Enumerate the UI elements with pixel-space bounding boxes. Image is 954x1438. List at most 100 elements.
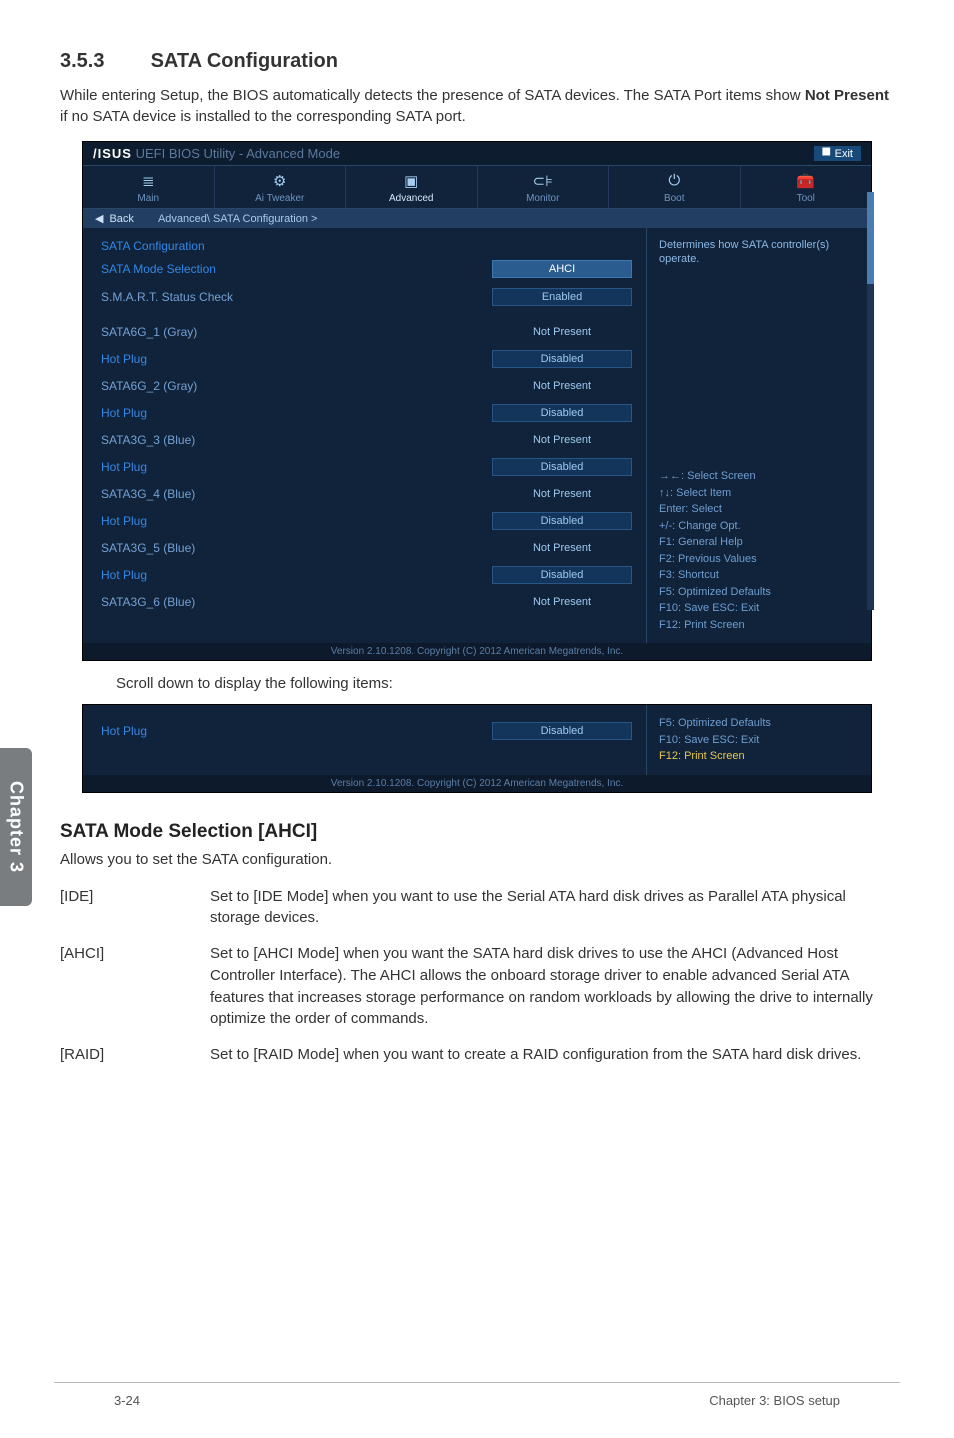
option-row[interactable]: S.M.A.R.T. Status CheckEnabled xyxy=(101,283,632,311)
tab-label: Main xyxy=(137,193,159,204)
tab-icon: ⚙ xyxy=(215,172,346,190)
nav-key: F10: Save ESC: Exit xyxy=(659,600,859,617)
group-title: SATA Configuration xyxy=(101,234,632,255)
back-arrow-icon: ◀ xyxy=(95,212,103,225)
option-row[interactable]: SATA Mode SelectionAHCI xyxy=(101,255,632,283)
section-heading: 3.5.3 SATA Configuration xyxy=(60,50,894,73)
option-row[interactable]: Hot PlugDisabled xyxy=(101,399,632,427)
option-label: SATA6G_2 (Gray) xyxy=(101,379,492,393)
nav-key: F10: Save ESC: Exit xyxy=(659,732,859,749)
option-label: SATA6G_1 (Gray) xyxy=(101,325,492,339)
tab-label: Boot xyxy=(664,193,685,204)
nav-key: F12: Print Screen xyxy=(659,748,859,765)
option-row[interactable]: Hot PlugDisabled xyxy=(101,453,632,481)
config-option-key: [IDE] xyxy=(60,882,210,940)
hot-plug-label[interactable]: Hot Plug xyxy=(101,724,492,738)
option-value[interactable]: AHCI xyxy=(492,260,632,278)
bios-options-pane: SATA ConfigurationSATA Mode SelectionAHC… xyxy=(83,228,646,643)
tab-icon: 🧰 xyxy=(741,172,872,190)
bios2-version-footer: Version 2.10.1208. Copyright (C) 2012 Am… xyxy=(83,775,871,792)
option-value: Not Present xyxy=(492,594,632,610)
tab-label: Tool xyxy=(797,193,815,204)
nav-key: +/-: Change Opt. xyxy=(659,518,859,535)
tab-boot[interactable]: ⏻ Boot xyxy=(609,166,741,208)
chapter-side-tab: Chapter 3 xyxy=(0,748,32,906)
option-value[interactable]: Disabled xyxy=(492,350,632,368)
option-label: SATA3G_3 (Blue) xyxy=(101,433,492,447)
nav-key: ↑↓: Select Item xyxy=(659,485,859,502)
section-number: 3.5.3 xyxy=(60,50,145,73)
option-row[interactable]: SATA6G_2 (Gray)Not Present xyxy=(101,373,632,399)
config-option-key: [RAID] xyxy=(60,1040,210,1076)
bios-screenshot-continuation: Hot Plug Disabled F5: Optimized Defaults… xyxy=(82,704,872,793)
option-value: Not Present xyxy=(492,324,632,340)
option-label: Hot Plug xyxy=(101,514,492,528)
option-label: Hot Plug xyxy=(101,568,492,582)
navigation-keys: →←: Select Screen↑↓: Select ItemEnter: S… xyxy=(659,468,859,633)
tab-monitor[interactable]: ⊂⊧ Monitor xyxy=(478,166,610,208)
option-row[interactable]: Hot PlugDisabled xyxy=(101,561,632,589)
option-value[interactable]: Disabled xyxy=(492,566,632,584)
config-option-desc: Set to [RAID Mode] when you want to crea… xyxy=(210,1040,894,1076)
nav-key: F12: Print Screen xyxy=(659,617,859,634)
chapter-footer: Chapter 3: BIOS setup xyxy=(709,1393,840,1408)
option-row[interactable]: SATA3G_5 (Blue)Not Present xyxy=(101,535,632,561)
help-description: Determines how SATA controller(s) operat… xyxy=(659,238,859,468)
config-option-row: [IDE]Set to [IDE Mode] when you want to … xyxy=(60,882,894,940)
bios-tabbar: ≣Main⚙Ai Tweaker▣ Advanced ⊂⊧ Monitor ⏻ Boot 🧰… xyxy=(83,165,871,209)
tab-icon: ⏻ xyxy=(609,172,740,190)
exit-label: Exit xyxy=(835,148,853,160)
nav-key: F3: Shortcut xyxy=(659,567,859,584)
option-value[interactable]: Enabled xyxy=(492,288,632,306)
config-option-key: [AHCI] xyxy=(60,939,210,1040)
back-label: Back xyxy=(109,213,133,225)
exit-button[interactable]: ⯀ Exit xyxy=(814,146,861,161)
nav-key: F5: Optimized Defaults xyxy=(659,715,859,732)
page-number: 3-24 xyxy=(114,1393,140,1408)
bios2-nav-keys: F5: Optimized DefaultsF10: Save ESC: Exi… xyxy=(646,705,871,775)
tab-icon: ▣ xyxy=(346,172,477,190)
tab-label: Advanced xyxy=(389,193,433,204)
option-row[interactable]: SATA3G_6 (Blue)Not Present xyxy=(101,589,632,615)
breadcrumb: Advanced\ SATA Configuration > xyxy=(158,213,318,225)
tab-icon: ⊂⊧ xyxy=(478,172,609,190)
tab-advanced[interactable]: ▣ Advanced xyxy=(346,166,478,208)
nav-key: Enter: Select xyxy=(659,501,859,518)
option-row[interactable]: SATA6G_1 (Gray)Not Present xyxy=(101,319,632,345)
option-value: Not Present xyxy=(492,378,632,394)
nav-key: F2: Previous Values xyxy=(659,551,859,568)
intro-paragraph: While entering Setup, the BIOS automatic… xyxy=(60,85,894,127)
back-row[interactable]: ◀ Back Advanced\ SATA Configuration > xyxy=(83,209,871,228)
option-value: Not Present xyxy=(492,540,632,556)
tab-label: Monitor xyxy=(526,193,559,204)
bios-brand: /ISUS xyxy=(93,146,132,161)
option-value[interactable]: Disabled xyxy=(492,404,632,422)
option-row[interactable]: Hot PlugDisabled xyxy=(101,345,632,373)
option-label: SATA3G_6 (Blue) xyxy=(101,595,492,609)
bios-screenshot: /ISUS UEFI BIOS Utility - Advanced Mode … xyxy=(82,141,872,661)
bios-help-pane: Determines how SATA controller(s) operat… xyxy=(646,228,871,643)
option-row[interactable]: Hot PlugDisabled xyxy=(101,507,632,535)
hot-plug-value[interactable]: Disabled xyxy=(492,722,632,740)
option-value[interactable]: Disabled xyxy=(492,458,632,476)
option-row[interactable]: SATA3G_4 (Blue)Not Present xyxy=(101,481,632,507)
option-label: S.M.A.R.T. Status Check xyxy=(101,290,492,304)
exit-icon: ⯀ xyxy=(822,147,831,160)
scroll-note: Scroll down to display the following ite… xyxy=(116,675,894,692)
option-value: Not Present xyxy=(492,432,632,448)
section-title: SATA Configuration xyxy=(151,50,338,72)
option-label: SATA3G_5 (Blue) xyxy=(101,541,492,555)
intro-bold: Not Present xyxy=(805,87,889,104)
config-option-row: [RAID]Set to [RAID Mode] when you want t… xyxy=(60,1040,894,1076)
option-row[interactable]: SATA3G_3 (Blue)Not Present xyxy=(101,427,632,453)
tab-ai-tweaker[interactable]: ⚙Ai Tweaker xyxy=(215,166,347,208)
option-value[interactable]: Disabled xyxy=(492,512,632,530)
option-label: Hot Plug xyxy=(101,460,492,474)
option-value: Not Present xyxy=(492,486,632,502)
config-option-desc: Set to [IDE Mode] when you want to use t… xyxy=(210,882,894,940)
tab-main[interactable]: ≣Main xyxy=(83,166,215,208)
sata-mode-heading: SATA Mode Selection [AHCI] xyxy=(60,821,894,843)
tab-tool[interactable]: 🧰 Tool xyxy=(741,166,872,208)
option-label: Hot Plug xyxy=(101,352,492,366)
nav-key: →←: Select Screen xyxy=(659,468,859,485)
